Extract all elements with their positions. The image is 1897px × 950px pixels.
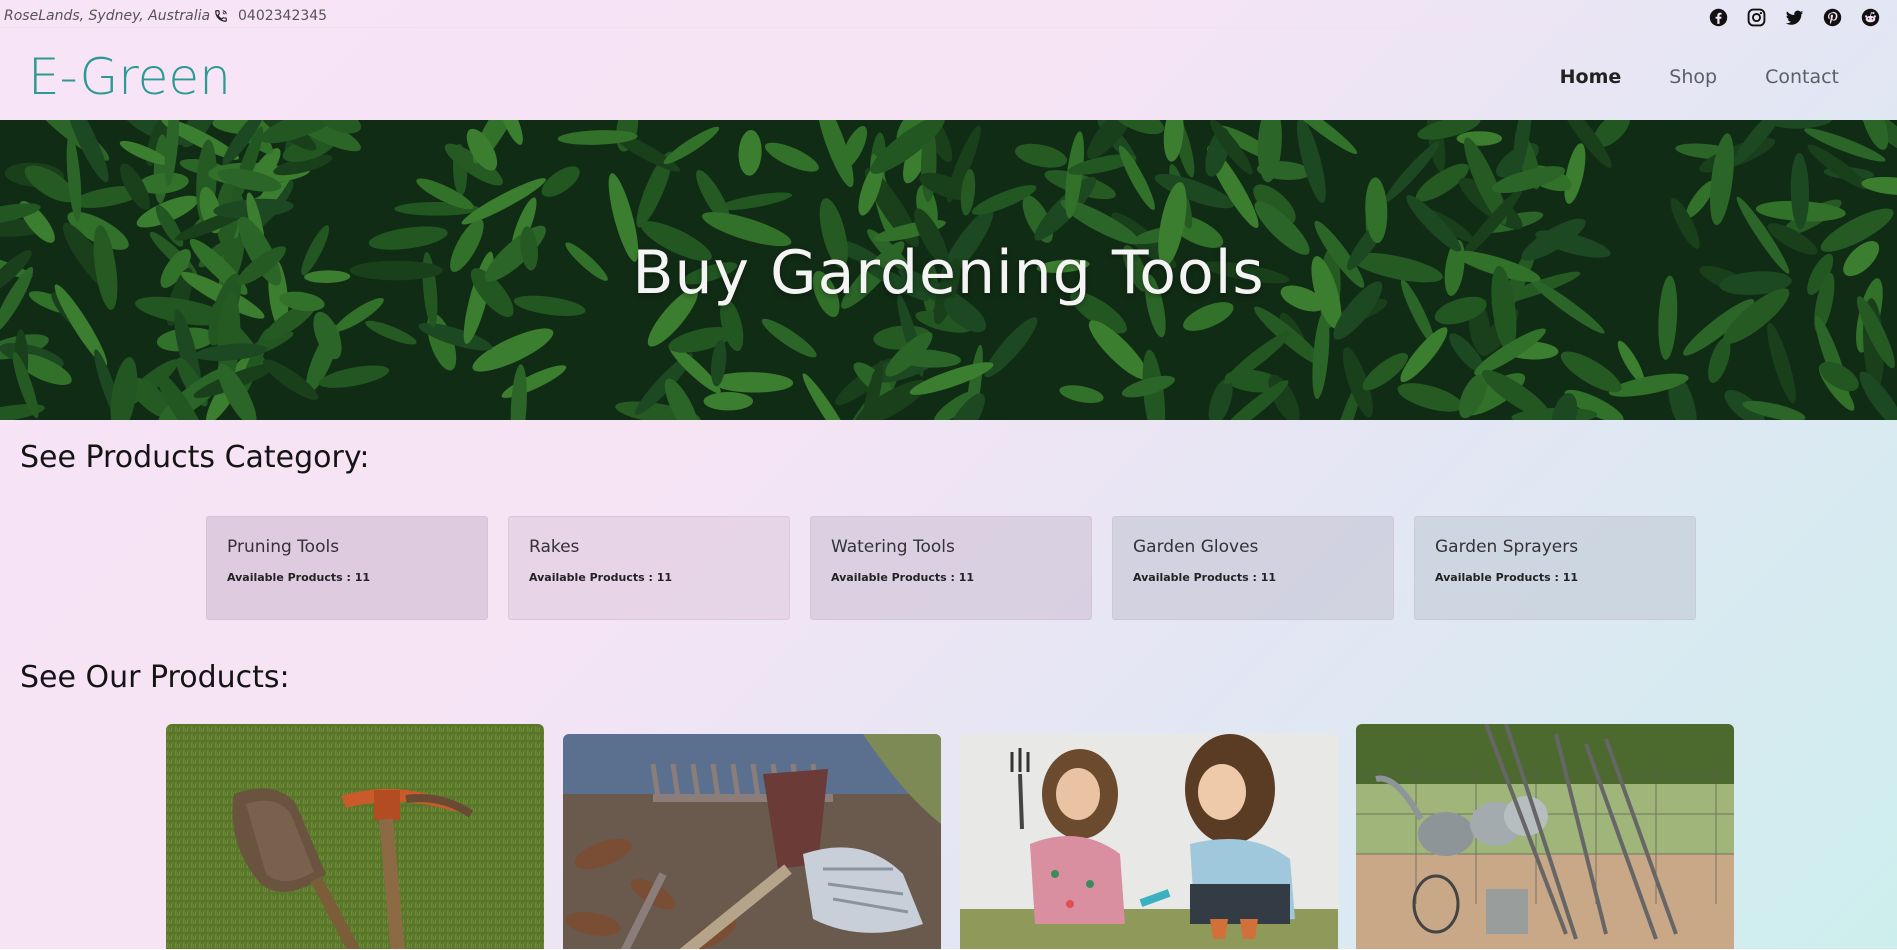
twitter-icon[interactable] [1784, 7, 1805, 28]
products-heading: See Our Products: [20, 660, 290, 695]
category-card-pruning-tools[interactable]: Pruning Tools Available Products : 11 [206, 516, 488, 620]
hero-banner: Buy Gardening Tools [0, 120, 1897, 420]
page: RoseLands, Sydney, Australia 0402342345 [0, 0, 1897, 949]
address-text: RoseLands, Sydney, Australia [4, 8, 211, 24]
category-name: Garden Sprayers [1435, 537, 1579, 557]
category-count: Available Products : 11 [1133, 571, 1277, 584]
category-name: Watering Tools [831, 537, 955, 557]
category-card-rakes[interactable]: Rakes Available Products : 11 [508, 516, 790, 620]
category-name: Rakes [529, 537, 580, 557]
nav-shop[interactable]: Shop [1669, 66, 1717, 88]
product-image-shovel-pick[interactable] [166, 724, 544, 949]
category-count: Available Products : 11 [831, 571, 975, 584]
nav-home[interactable]: Home [1560, 66, 1622, 88]
category-name: Pruning Tools [227, 537, 340, 557]
nav-contact[interactable]: Contact [1765, 66, 1839, 88]
product-image-watering-cans-tools[interactable] [1356, 724, 1734, 949]
category-count: Available Products : 11 [529, 571, 673, 584]
categories-heading: See Products Category: [20, 440, 370, 475]
phone-number: 0402342345 [238, 8, 328, 24]
pinterest-icon[interactable] [1822, 7, 1843, 28]
category-list: Pruning Tools Available Products : 11 Ra… [206, 516, 1696, 620]
category-card-garden-sprayers[interactable]: Garden Sprayers Available Products : 11 [1414, 516, 1696, 620]
top-bar: RoseLands, Sydney, Australia 0402342345 [0, 0, 1897, 28]
site-logo[interactable]: E-Green [28, 48, 231, 106]
social-links [1708, 7, 1881, 28]
product-image-rake-spade-gloves[interactable] [563, 734, 941, 949]
product-image-girls-gardening[interactable] [960, 734, 1338, 949]
hero-title: Buy Gardening Tools [632, 238, 1265, 308]
category-card-garden-gloves[interactable]: Garden Gloves Available Products : 11 [1112, 516, 1394, 620]
category-count: Available Products : 11 [227, 571, 371, 584]
instagram-icon[interactable] [1746, 7, 1767, 28]
main-nav: Home Shop Contact [1560, 66, 1839, 88]
category-card-watering-tools[interactable]: Watering Tools Available Products : 11 [810, 516, 1092, 620]
reddit-icon[interactable] [1860, 7, 1881, 28]
category-name: Garden Gloves [1133, 537, 1259, 557]
category-count: Available Products : 11 [1435, 571, 1579, 584]
facebook-icon[interactable] [1708, 7, 1729, 28]
phone-icon [215, 10, 227, 22]
